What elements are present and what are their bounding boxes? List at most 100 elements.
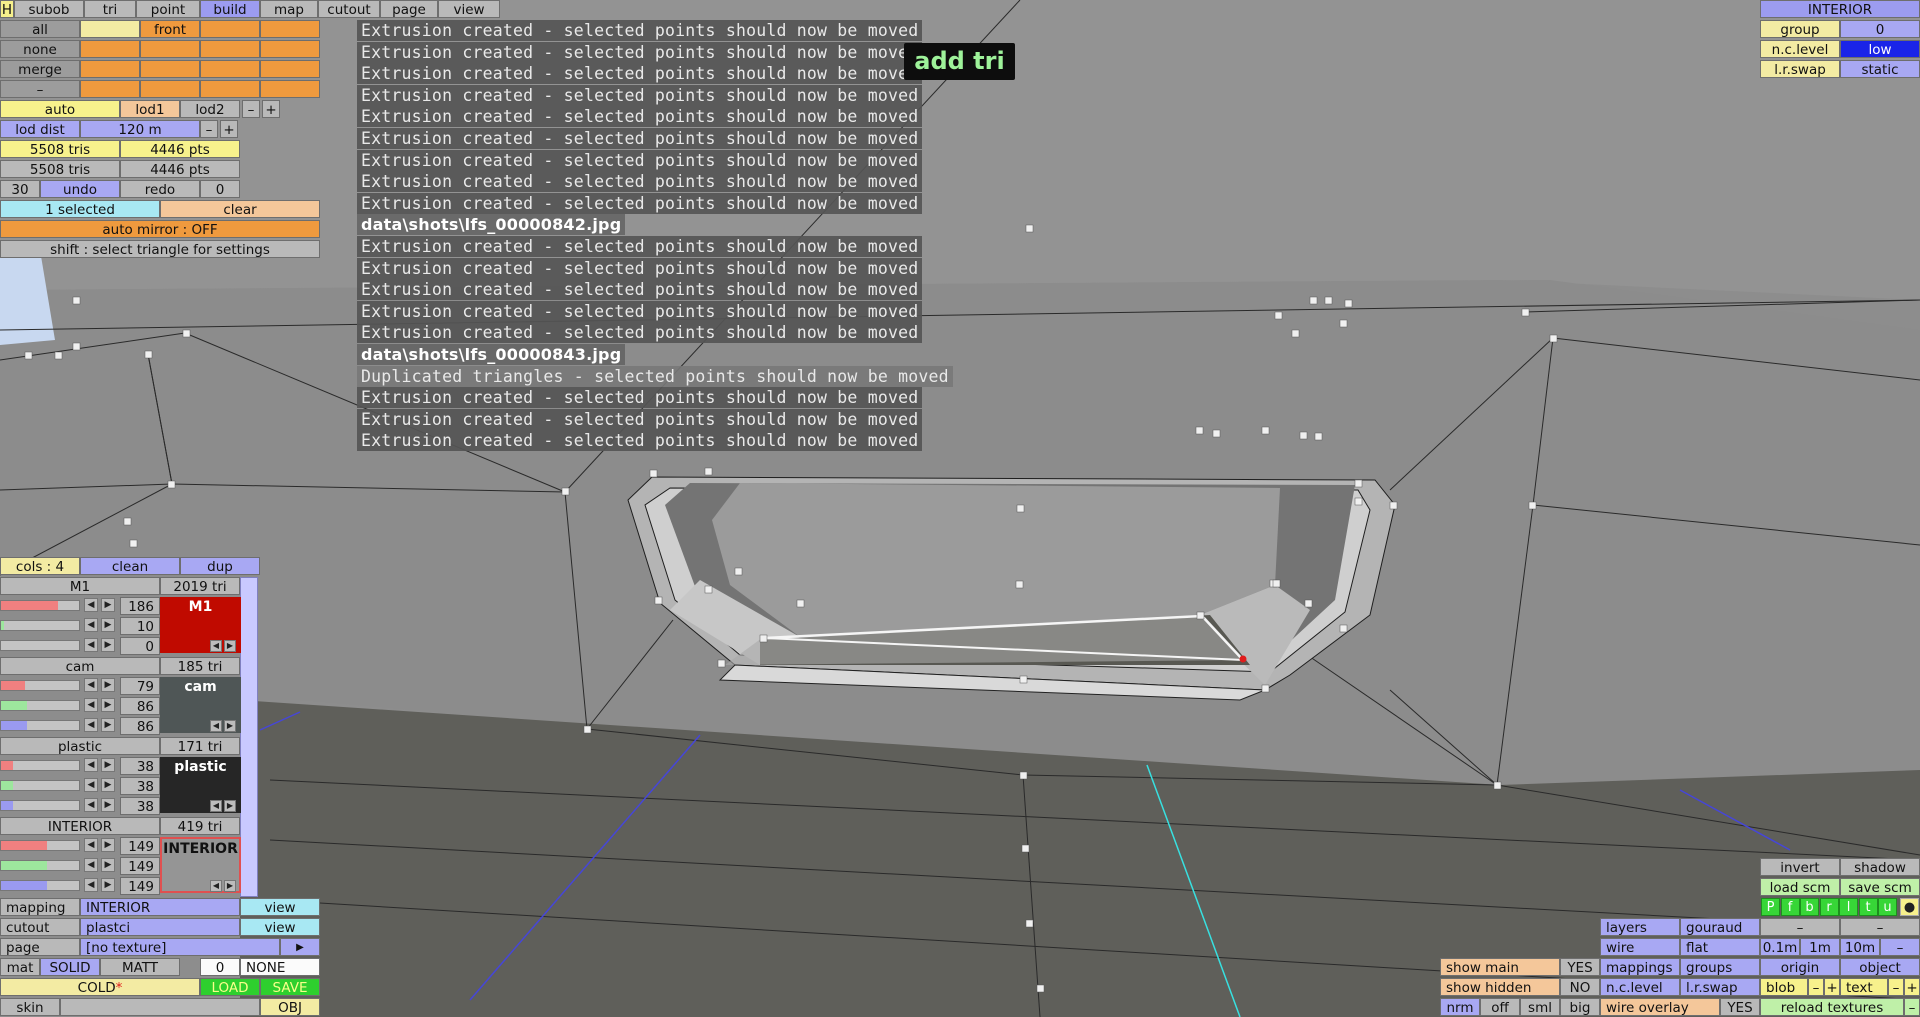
text-button[interactable]: text [1840,978,1888,996]
colour-channel-bar-g[interactable] [0,780,80,791]
lod1-button[interactable]: lod1 [120,100,180,118]
sel-slot[interactable] [80,40,140,58]
scale-dash-button[interactable]: – [1880,938,1920,956]
lod-dist-value[interactable]: 120 m [80,120,200,138]
show-main-button[interactable]: show main [1440,958,1560,976]
obj-button[interactable]: OBJ [260,998,320,1016]
undo-button[interactable]: undo [40,180,120,198]
colour-channel-bar-r[interactable] [0,760,80,771]
blob-minus-button[interactable]: – [1808,978,1824,996]
skin-value[interactable] [60,998,260,1016]
colour-channel-bar-g[interactable] [0,860,80,871]
arrow-right-icon[interactable]: ▶ [101,758,115,772]
show-hidden-button[interactable]: show hidden [1440,978,1560,996]
mat-matt-button[interactable]: MATT [100,958,180,976]
origin-button[interactable]: origin [1760,958,1840,976]
dash-button[interactable]: – [0,80,80,98]
arrow-left-icon[interactable]: ◀ [84,778,98,792]
arrow-left-icon[interactable]: ◀ [84,698,98,712]
lrswap-button[interactable]: l.r.swap [1680,978,1760,996]
flat-button[interactable]: flat [1680,938,1760,956]
lod-minus-button[interactable]: – [242,100,260,118]
clear-selection-button[interactable]: clear [160,200,320,218]
arrow-right-icon[interactable]: ▶ [101,778,115,792]
colour-channel-bar-b[interactable] [0,880,80,891]
mat-solid-button[interactable]: SOLID [40,958,100,976]
normals-sml-button[interactable]: sml [1520,998,1560,1016]
normals-nrm-button[interactable]: nrm [1440,998,1480,1016]
sel-slot[interactable] [260,40,320,58]
mat-none-value[interactable]: NONE [240,958,320,976]
colour-channel-bar-r[interactable] [0,840,80,851]
text-plus-button[interactable]: + [1904,978,1920,996]
blob-button[interactable]: blob [1760,978,1808,996]
object-button[interactable]: object [1840,958,1920,976]
scale-10m-button[interactable]: 10m [1840,938,1880,956]
normals-off-button[interactable]: off [1480,998,1520,1016]
view-f-button[interactable]: f [1780,898,1800,916]
sel-slot-yellow[interactable] [80,20,140,38]
save-button[interactable]: SAVE [260,978,320,996]
colour-channel-bar-b[interactable] [0,800,80,811]
arrow-left-icon[interactable]: ◀ [84,598,98,612]
cutout-value[interactable]: plastci [80,918,240,936]
select-all-button[interactable]: all [0,20,80,38]
menu-subob[interactable]: subob [14,0,84,18]
lrswap-value[interactable]: static [1840,60,1920,78]
arrow-left-icon[interactable]: ◀ [84,678,98,692]
h-toggle-button[interactable]: H [0,0,14,18]
arrow-left-icon[interactable]: ◀ [84,758,98,772]
page-next-button[interactable]: ▶ [280,938,320,956]
front-button[interactable]: front [140,20,200,38]
sel-slot[interactable] [80,60,140,78]
arrow-right-icon[interactable]: ▶ [101,838,115,852]
lod2-button[interactable]: lod2 [180,100,240,118]
groups-button[interactable]: groups [1680,958,1760,976]
sel-slot[interactable] [140,80,200,98]
select-none-button[interactable]: none [0,40,80,58]
save-scm-button[interactable]: save scm [1840,878,1920,896]
arrow-left-icon[interactable]: ◀ [84,718,98,732]
sel-slot[interactable] [200,40,260,58]
mappings-button[interactable]: mappings [1600,958,1680,976]
mapping-value[interactable]: INTERIOR [80,898,240,916]
show-hidden-value[interactable]: NO [1560,978,1600,996]
menu-cutout[interactable]: cutout [318,0,380,18]
show-main-value[interactable]: YES [1560,958,1600,976]
wire-overlay-value[interactable]: YES [1720,998,1760,1016]
colour-channel-bar-b[interactable] [0,640,80,651]
lod-dist-plus-button[interactable]: + [220,120,238,138]
menu-build[interactable]: build [200,0,260,18]
material-name[interactable]: plastic [0,737,160,755]
arrow-left-icon[interactable]: ◀ [84,618,98,632]
sel-slot[interactable] [200,80,260,98]
arrow-left-icon[interactable]: ◀ [84,798,98,812]
dash-button-1[interactable]: – [1760,918,1840,936]
arrow-right-icon[interactable]: ▶ [101,618,115,632]
colours-scrollbar[interactable] [240,577,258,897]
dup-button[interactable]: dup [180,557,260,575]
arrow-right-icon[interactable]: ▶ [101,798,115,812]
menu-page[interactable]: page [380,0,438,18]
layers-button[interactable]: layers [1600,918,1680,936]
lod-dist-minus-button[interactable]: – [200,120,218,138]
swatch-next-icon[interactable]: ▶ [224,800,236,812]
merge-button[interactable]: merge [0,60,80,78]
menu-map[interactable]: map [260,0,318,18]
swatch-prev-icon[interactable]: ◀ [210,640,222,652]
blob-plus-button[interactable]: + [1824,978,1840,996]
sel-slot[interactable] [80,80,140,98]
view-dot-button[interactable]: ● [1900,898,1919,916]
lod-plus-button[interactable]: + [262,100,280,118]
arrow-right-icon[interactable]: ▶ [101,598,115,612]
sel-slot[interactable] [140,40,200,58]
normals-big-button[interactable]: big [1560,998,1600,1016]
reload-dash-button[interactable]: – [1904,998,1920,1016]
dash-button-2[interactable]: – [1840,918,1920,936]
scale-1m-button[interactable]: 1m [1800,938,1840,956]
load-scm-button[interactable]: load scm [1760,878,1840,896]
sel-slot[interactable] [260,20,320,38]
colour-channel-bar-r[interactable] [0,600,80,611]
arrow-left-icon[interactable]: ◀ [84,838,98,852]
material-name[interactable]: INTERIOR [0,817,160,835]
